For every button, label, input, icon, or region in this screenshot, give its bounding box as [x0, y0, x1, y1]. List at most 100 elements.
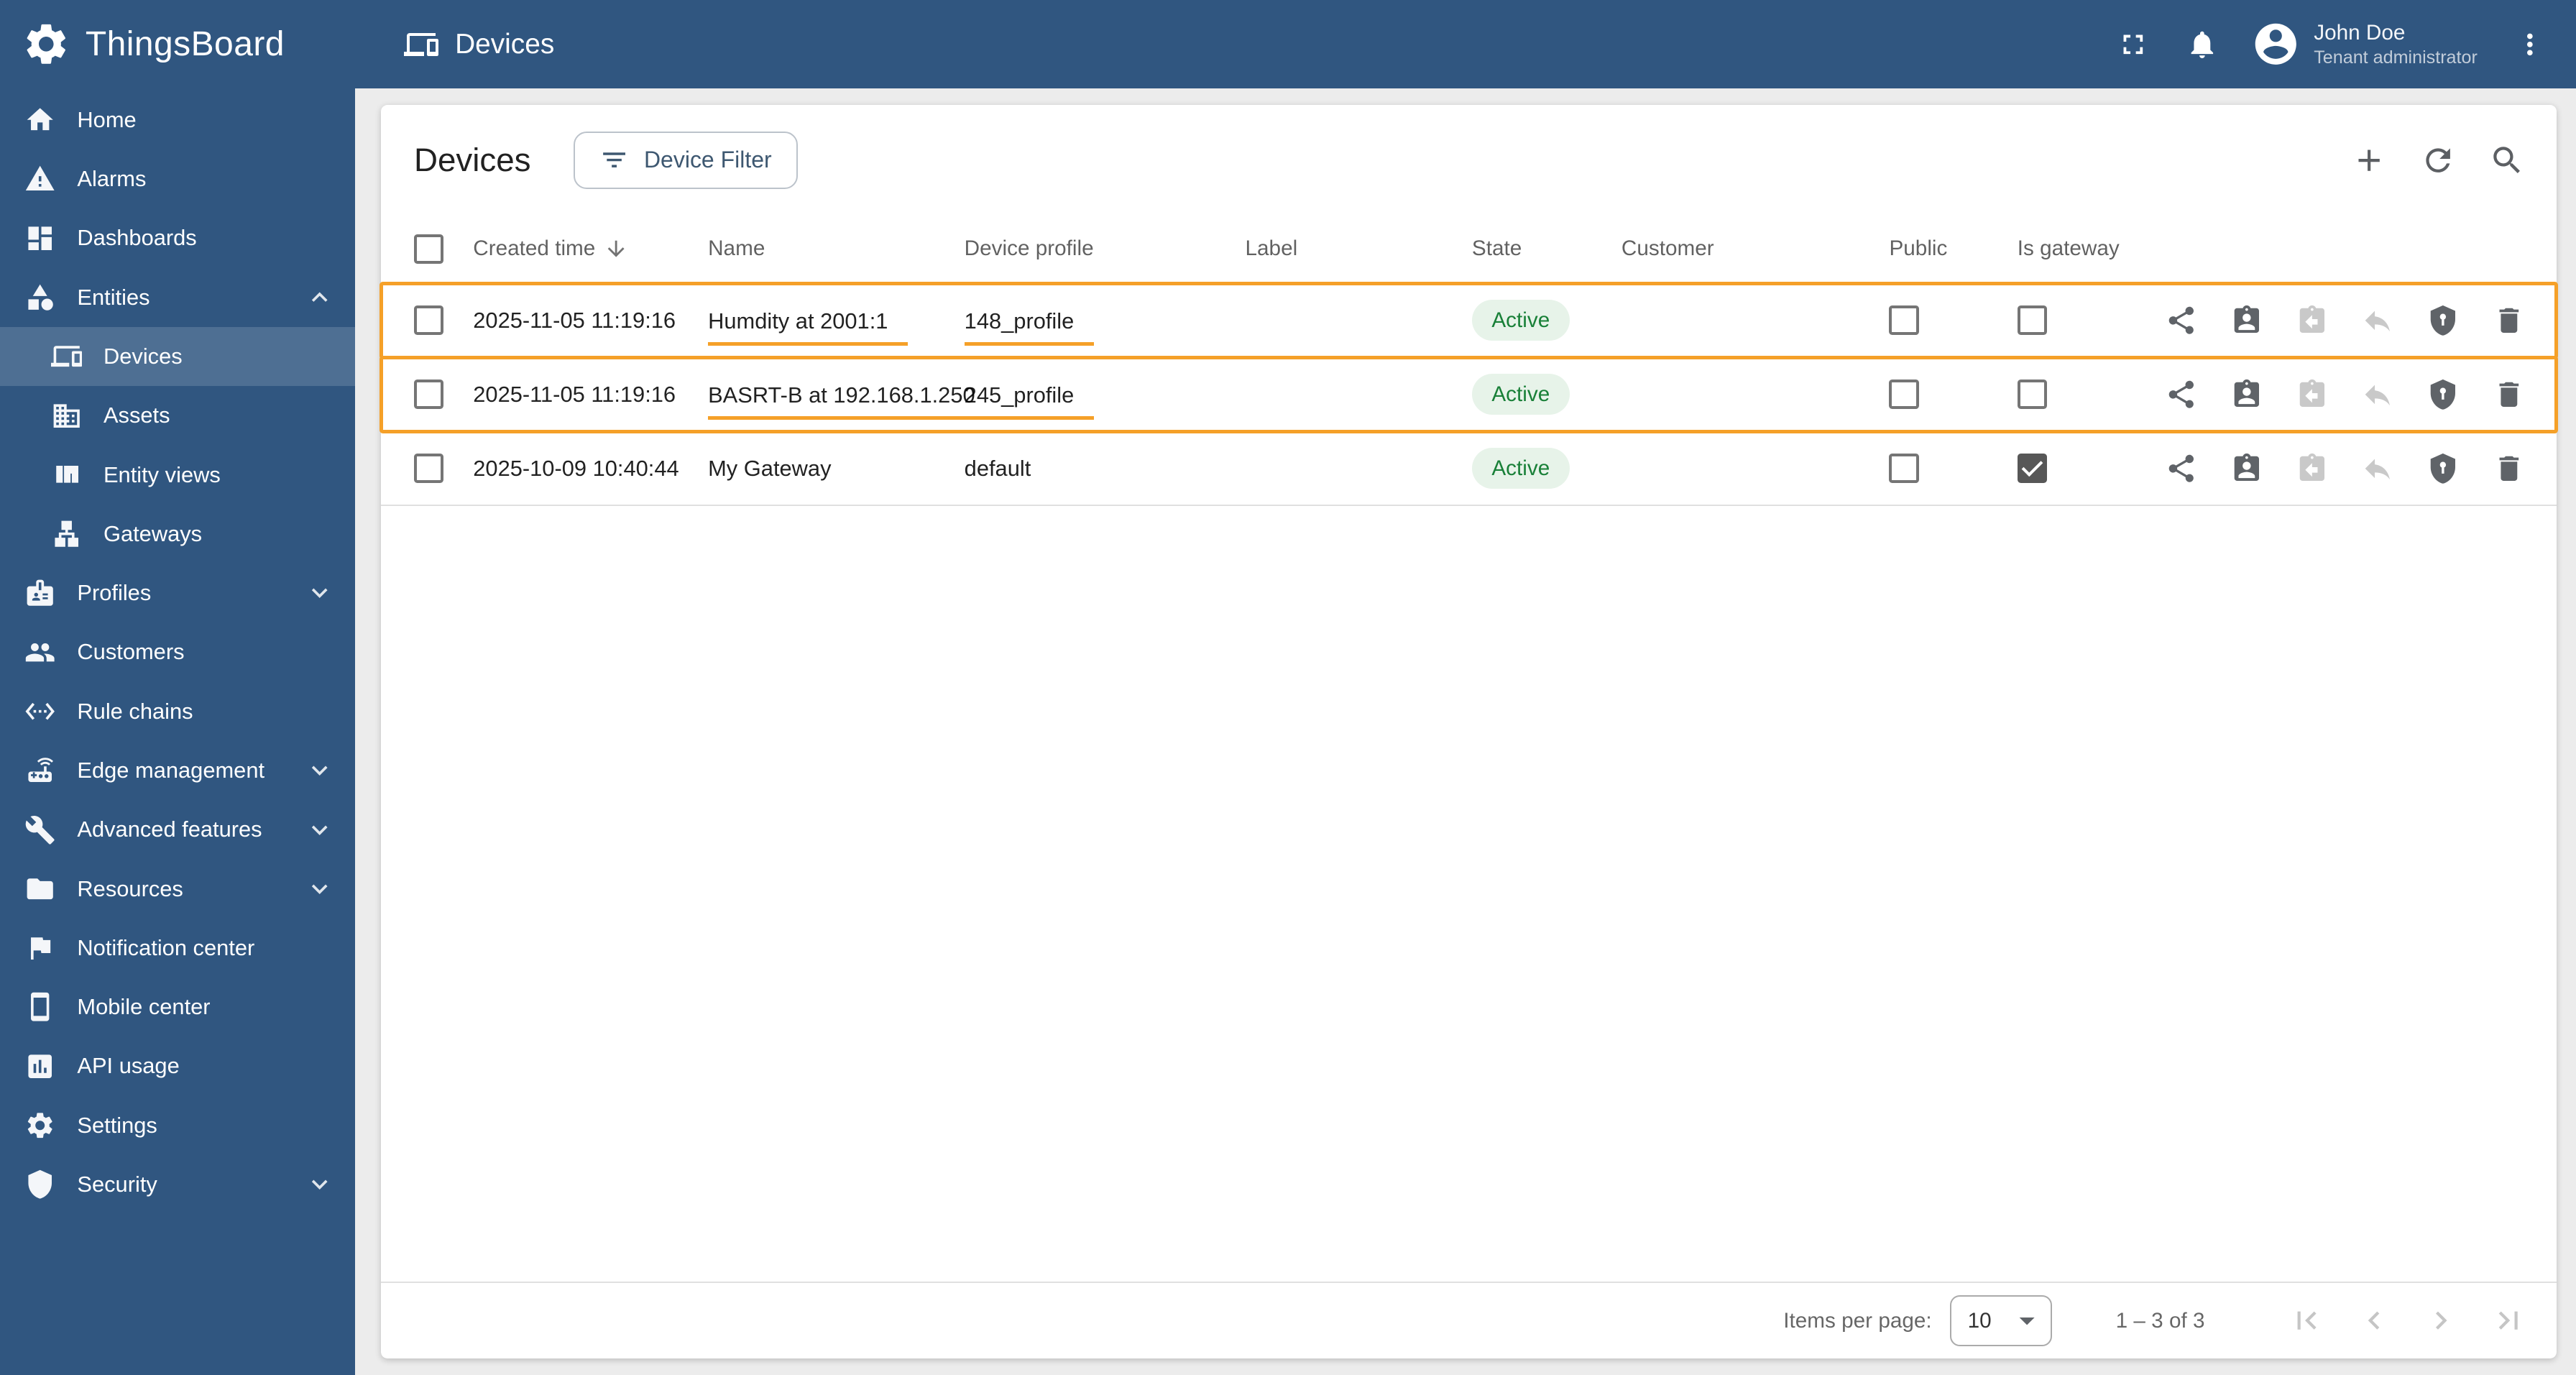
advanced-icon — [24, 814, 55, 845]
delete-button[interactable] — [2490, 374, 2526, 414]
is-gateway-checkbox[interactable] — [2017, 453, 2047, 484]
sidebar-item-label: Entities — [77, 284, 150, 310]
device-row-3[interactable]: 2025-10-09 10:40:44 My Gateway default Acti… — [381, 432, 2557, 506]
last-page-button — [2489, 1301, 2529, 1340]
next-page-button — [2421, 1301, 2461, 1340]
devices-page-icon — [404, 27, 439, 62]
row-checkbox[interactable] — [413, 305, 444, 336]
column-state[interactable]: State — [1462, 236, 1615, 261]
row-checkbox[interactable] — [413, 380, 444, 410]
column-created-time[interactable]: Created time — [466, 236, 702, 261]
thingsboard-logo-icon — [22, 19, 71, 69]
make-public-button[interactable] — [2163, 374, 2199, 414]
table-toolbar — [2350, 140, 2527, 180]
sidebar-item-profiles[interactable]: Profiles — [0, 564, 355, 622]
sidebar-item-home[interactable]: Home — [0, 91, 355, 150]
device-row-2[interactable]: 2025-11-05 11:19:16 BASRT-B at 192.168.1.… — [379, 355, 2558, 433]
assign-to-customer-button[interactable] — [2229, 449, 2265, 488]
topbar-actions: John Doe Tenant administrator — [2113, 19, 2576, 69]
user-avatar-icon[interactable] — [2251, 19, 2301, 69]
state-cell: Active — [1462, 374, 1615, 415]
pager-controls — [2287, 1301, 2529, 1340]
delete-button[interactable] — [2490, 300, 2526, 340]
sidebar-item-api-usage[interactable]: API usage — [0, 1036, 355, 1095]
more-vert-icon[interactable] — [2511, 24, 2550, 64]
sidebar-item-advanced-features[interactable]: Advanced features — [0, 800, 355, 859]
sidebar-item-gateways[interactable]: Gateways — [0, 505, 355, 564]
table-body: 2025-11-05 11:19:16 Humdity at 2001:1 148_… — [379, 281, 2558, 506]
sidebar-item-label: Dashboards — [77, 225, 197, 251]
column-is-gateway[interactable]: Is gateway — [1997, 236, 2157, 261]
edge-icon — [24, 755, 55, 786]
sidebar-item-security[interactable]: Security — [0, 1155, 355, 1214]
sidebar-item-notification-center[interactable]: Notification center — [0, 919, 355, 978]
sidebar-item-settings[interactable]: Settings — [0, 1095, 355, 1154]
manage-credentials-button[interactable] — [2425, 449, 2461, 488]
sidebar-item-entity-views[interactable]: Entity views — [0, 445, 355, 504]
user-menu[interactable]: John Doe Tenant administrator — [2314, 19, 2478, 69]
row-actions — [2157, 449, 2556, 488]
page-size-select[interactable]: 10 — [1949, 1295, 2052, 1346]
sidebar-item-alarms[interactable]: Alarms — [0, 150, 355, 208]
warning-icon — [24, 163, 55, 194]
sidebar-item-mobile-center[interactable]: Mobile center — [0, 978, 355, 1036]
public-checkbox[interactable] — [1889, 305, 1919, 336]
manage-credentials-button[interactable] — [2425, 300, 2461, 340]
assign-to-customer-button[interactable] — [2229, 300, 2265, 340]
column-name[interactable]: Name — [702, 236, 958, 261]
public-checkbox[interactable] — [1889, 453, 1919, 484]
sidebar-item-label: Rule chains — [77, 698, 193, 724]
make-public-button[interactable] — [2163, 300, 2199, 340]
sidebar-item-entities[interactable]: Entities — [0, 268, 355, 327]
delete-button[interactable] — [2490, 449, 2526, 488]
device-filter-button[interactable]: Device Filter — [573, 131, 798, 189]
sidebar-item-rule-chains[interactable]: Rule chains — [0, 682, 355, 741]
sidebar-item-devices[interactable]: Devices — [0, 326, 355, 387]
public-checkbox[interactable] — [1889, 380, 1919, 410]
row-checkbox[interactable] — [413, 453, 444, 484]
arrow-drop-down-icon — [2009, 1302, 2045, 1338]
page-size-value: 10 — [1967, 1308, 1992, 1333]
sidebar-item-label: Resources — [77, 875, 183, 901]
fullscreen-icon[interactable] — [2113, 24, 2153, 64]
sidebar-item-customers[interactable]: Customers — [0, 622, 355, 681]
mobile-icon — [24, 991, 55, 1022]
device-profile-cell: default — [964, 455, 1031, 481]
sidebar-item-label: Devices — [103, 343, 183, 369]
select-all-checkbox[interactable] — [413, 234, 444, 264]
column-public[interactable]: Public — [1873, 236, 1998, 261]
unassign-from-customer-button — [2294, 449, 2330, 488]
row-actions — [2157, 300, 2556, 340]
notifications-bell-icon[interactable] — [2182, 24, 2222, 64]
user-name: John Doe — [2314, 21, 2406, 45]
refresh-button[interactable] — [2419, 140, 2458, 180]
add-device-button[interactable] — [2350, 140, 2389, 180]
assign-to-customer-button[interactable] — [2229, 374, 2265, 414]
sidebar-item-dashboards[interactable]: Dashboards — [0, 208, 355, 267]
state-active-badge: Active — [1471, 300, 1570, 341]
sidebar-item-label: Gateways — [103, 520, 203, 546]
rule-chains-icon — [24, 696, 55, 727]
pagination-range: 1 – 3 of 3 — [2115, 1308, 2205, 1333]
pagination-bar: Items per page: 10 1 – 3 of 3 — [381, 1281, 2557, 1358]
devices-card: Devices Device Filter Created time Name … — [379, 105, 2558, 1359]
sidebar-item-resources[interactable]: Resources — [0, 859, 355, 918]
chevron-down-icon — [304, 873, 335, 904]
devices-icon — [50, 341, 83, 372]
device-name-cell: My Gateway — [708, 455, 832, 481]
column-customer[interactable]: Customer — [1615, 236, 1873, 261]
sidebar-item-label: Alarms — [77, 166, 147, 192]
manage-credentials-button[interactable] — [2425, 374, 2461, 414]
column-device-profile[interactable]: Device profile — [958, 236, 1239, 261]
sidebar-item-edge-management[interactable]: Edge management — [0, 741, 355, 800]
sidebar-item-assets[interactable]: Assets — [0, 386, 355, 445]
search-button[interactable] — [2488, 140, 2527, 180]
make-public-button[interactable] — [2163, 449, 2199, 488]
security-icon — [24, 1169, 55, 1200]
device-row-1[interactable]: 2025-11-05 11:19:16 Humdity at 2001:1 148_… — [379, 281, 2558, 359]
is-gateway-checkbox[interactable] — [2017, 380, 2047, 410]
is-gateway-checkbox[interactable] — [2017, 305, 2047, 336]
table-empty-area — [381, 506, 2556, 1282]
column-label[interactable]: Label — [1238, 236, 1462, 261]
app-logo[interactable]: ThingsBoard — [0, 19, 355, 69]
